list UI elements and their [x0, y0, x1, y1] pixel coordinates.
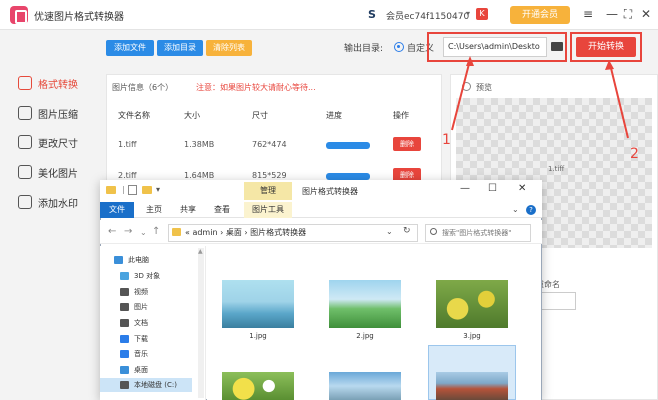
annotation-arrow-1 [451, 59, 471, 131]
annotation-arrow-2 [609, 63, 629, 139]
arrow-head-2 [605, 60, 614, 70]
annotation-number-2: 2 [630, 146, 639, 162]
arrow-head-1 [466, 56, 474, 66]
annotation-number-1: 1 [442, 132, 451, 148]
annotation-arrows [451, 56, 629, 139]
